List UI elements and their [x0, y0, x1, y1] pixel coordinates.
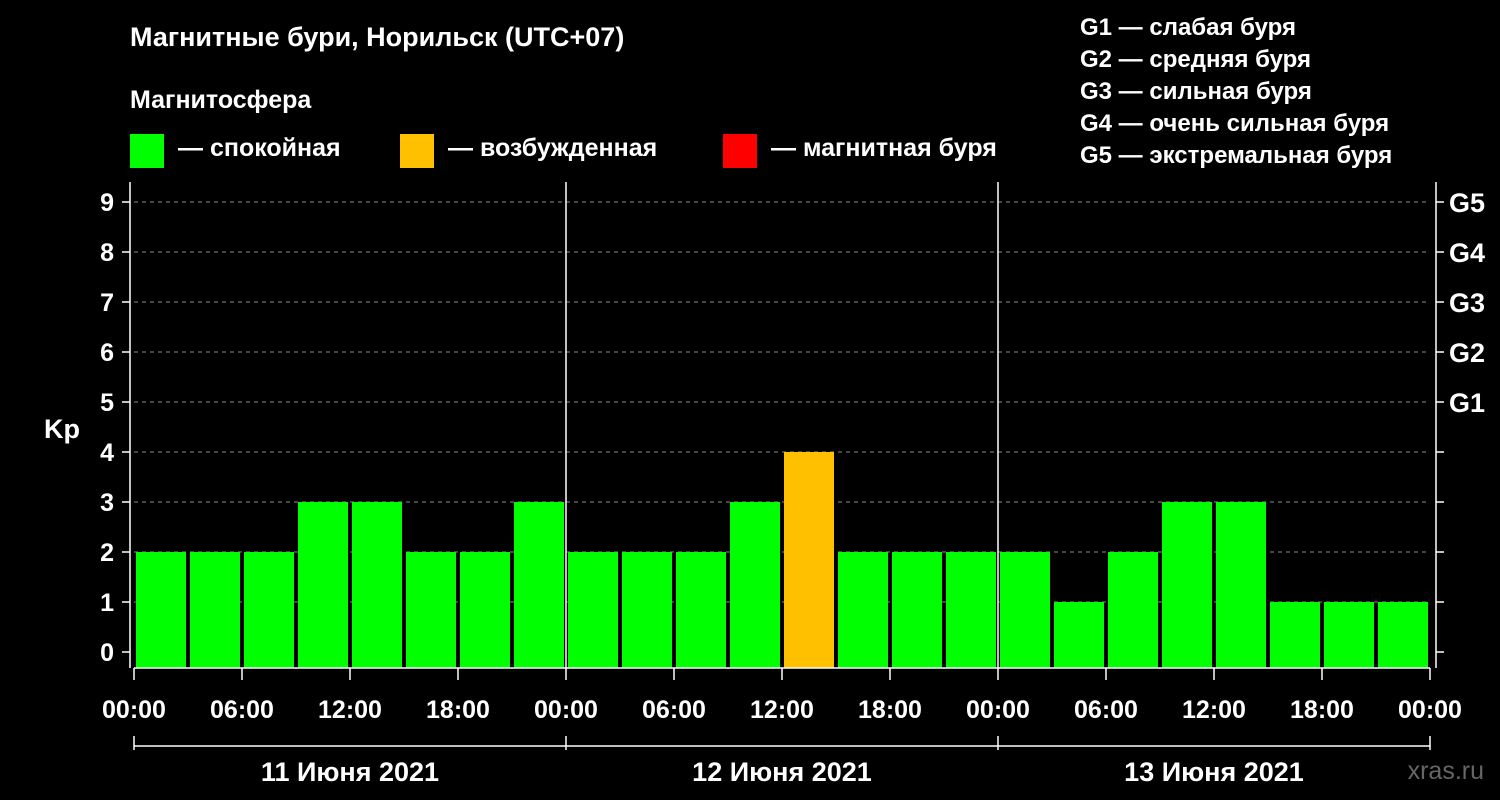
y-tick-label: 7 — [100, 289, 114, 317]
kp-bar — [622, 552, 672, 668]
kp-bar — [1378, 602, 1428, 668]
kp-bar — [838, 552, 888, 668]
kp-bar — [1054, 602, 1104, 668]
kp-bar — [676, 552, 726, 668]
kp-bar — [406, 552, 456, 668]
kp-bar — [730, 502, 780, 668]
kp-bar — [1162, 502, 1212, 668]
y-tick-label: 2 — [100, 539, 114, 567]
kp-bar — [1108, 552, 1158, 668]
y-tick-label: 6 — [100, 339, 114, 367]
y-tick-label: 5 — [100, 389, 114, 417]
y-axis-label: Kp — [44, 414, 80, 444]
kp-bar — [352, 502, 402, 668]
kp-bar — [136, 552, 186, 668]
g-level-label: G5 — [1449, 188, 1485, 218]
bars — [136, 452, 1428, 668]
x-tick-label: 00:00 — [966, 696, 1030, 724]
kp-bar — [568, 552, 618, 668]
kp-bar — [784, 452, 834, 668]
day-label: 13 Июня 2021 — [1124, 757, 1304, 787]
x-tick-label: 00:00 — [102, 696, 166, 724]
day-label: 12 Июня 2021 — [692, 757, 872, 787]
y-tick-label: 8 — [100, 239, 114, 267]
x-tick-label: 00:00 — [534, 696, 598, 724]
kp-bar — [244, 552, 294, 668]
kp-bar-chart: 0 1 2 3 4 5 6 7 8 9 G1 G2 G3 G4 G5 00:00 06:00 12:00 18:00… — [44, 182, 1485, 787]
x-tick-label: 12:00 — [1182, 696, 1246, 724]
y-tick-label: 4 — [100, 439, 114, 467]
x-tick-label: 18:00 — [858, 696, 922, 724]
g-level-label: G4 — [1449, 238, 1485, 268]
g-level-label: G1 — [1449, 388, 1485, 418]
g-level-label: G3 — [1449, 288, 1485, 318]
kp-bar — [514, 502, 564, 668]
day-label: 11 Июня 2021 — [261, 757, 439, 787]
x-tick-label: 00:00 — [1398, 696, 1462, 724]
y-tick-label: 9 — [100, 189, 114, 217]
x-tick-label: 18:00 — [1290, 696, 1354, 724]
y-tick-label: 1 — [100, 589, 114, 617]
x-tick-label: 18:00 — [426, 696, 490, 724]
x-tick-label: 06:00 — [1074, 696, 1138, 724]
kp-bar — [298, 502, 348, 668]
x-tick-label: 12:00 — [750, 696, 814, 724]
x-tick-label: 06:00 — [210, 696, 274, 724]
y-tick-label: 3 — [100, 489, 114, 517]
kp-bar — [190, 552, 240, 668]
kp-bar — [1216, 502, 1266, 668]
source-credit: xras.ru — [1407, 757, 1484, 785]
kp-bar — [1000, 552, 1050, 668]
g-level-label: G2 — [1449, 338, 1485, 368]
kp-bar — [1270, 602, 1320, 668]
y-tick-label: 0 — [100, 639, 114, 667]
kp-bar — [1324, 602, 1374, 668]
kp-bar — [460, 552, 510, 668]
x-tick-label: 06:00 — [642, 696, 706, 724]
kp-bar — [892, 552, 942, 668]
kp-bar — [946, 552, 996, 668]
x-tick-label: 12:00 — [318, 696, 382, 724]
